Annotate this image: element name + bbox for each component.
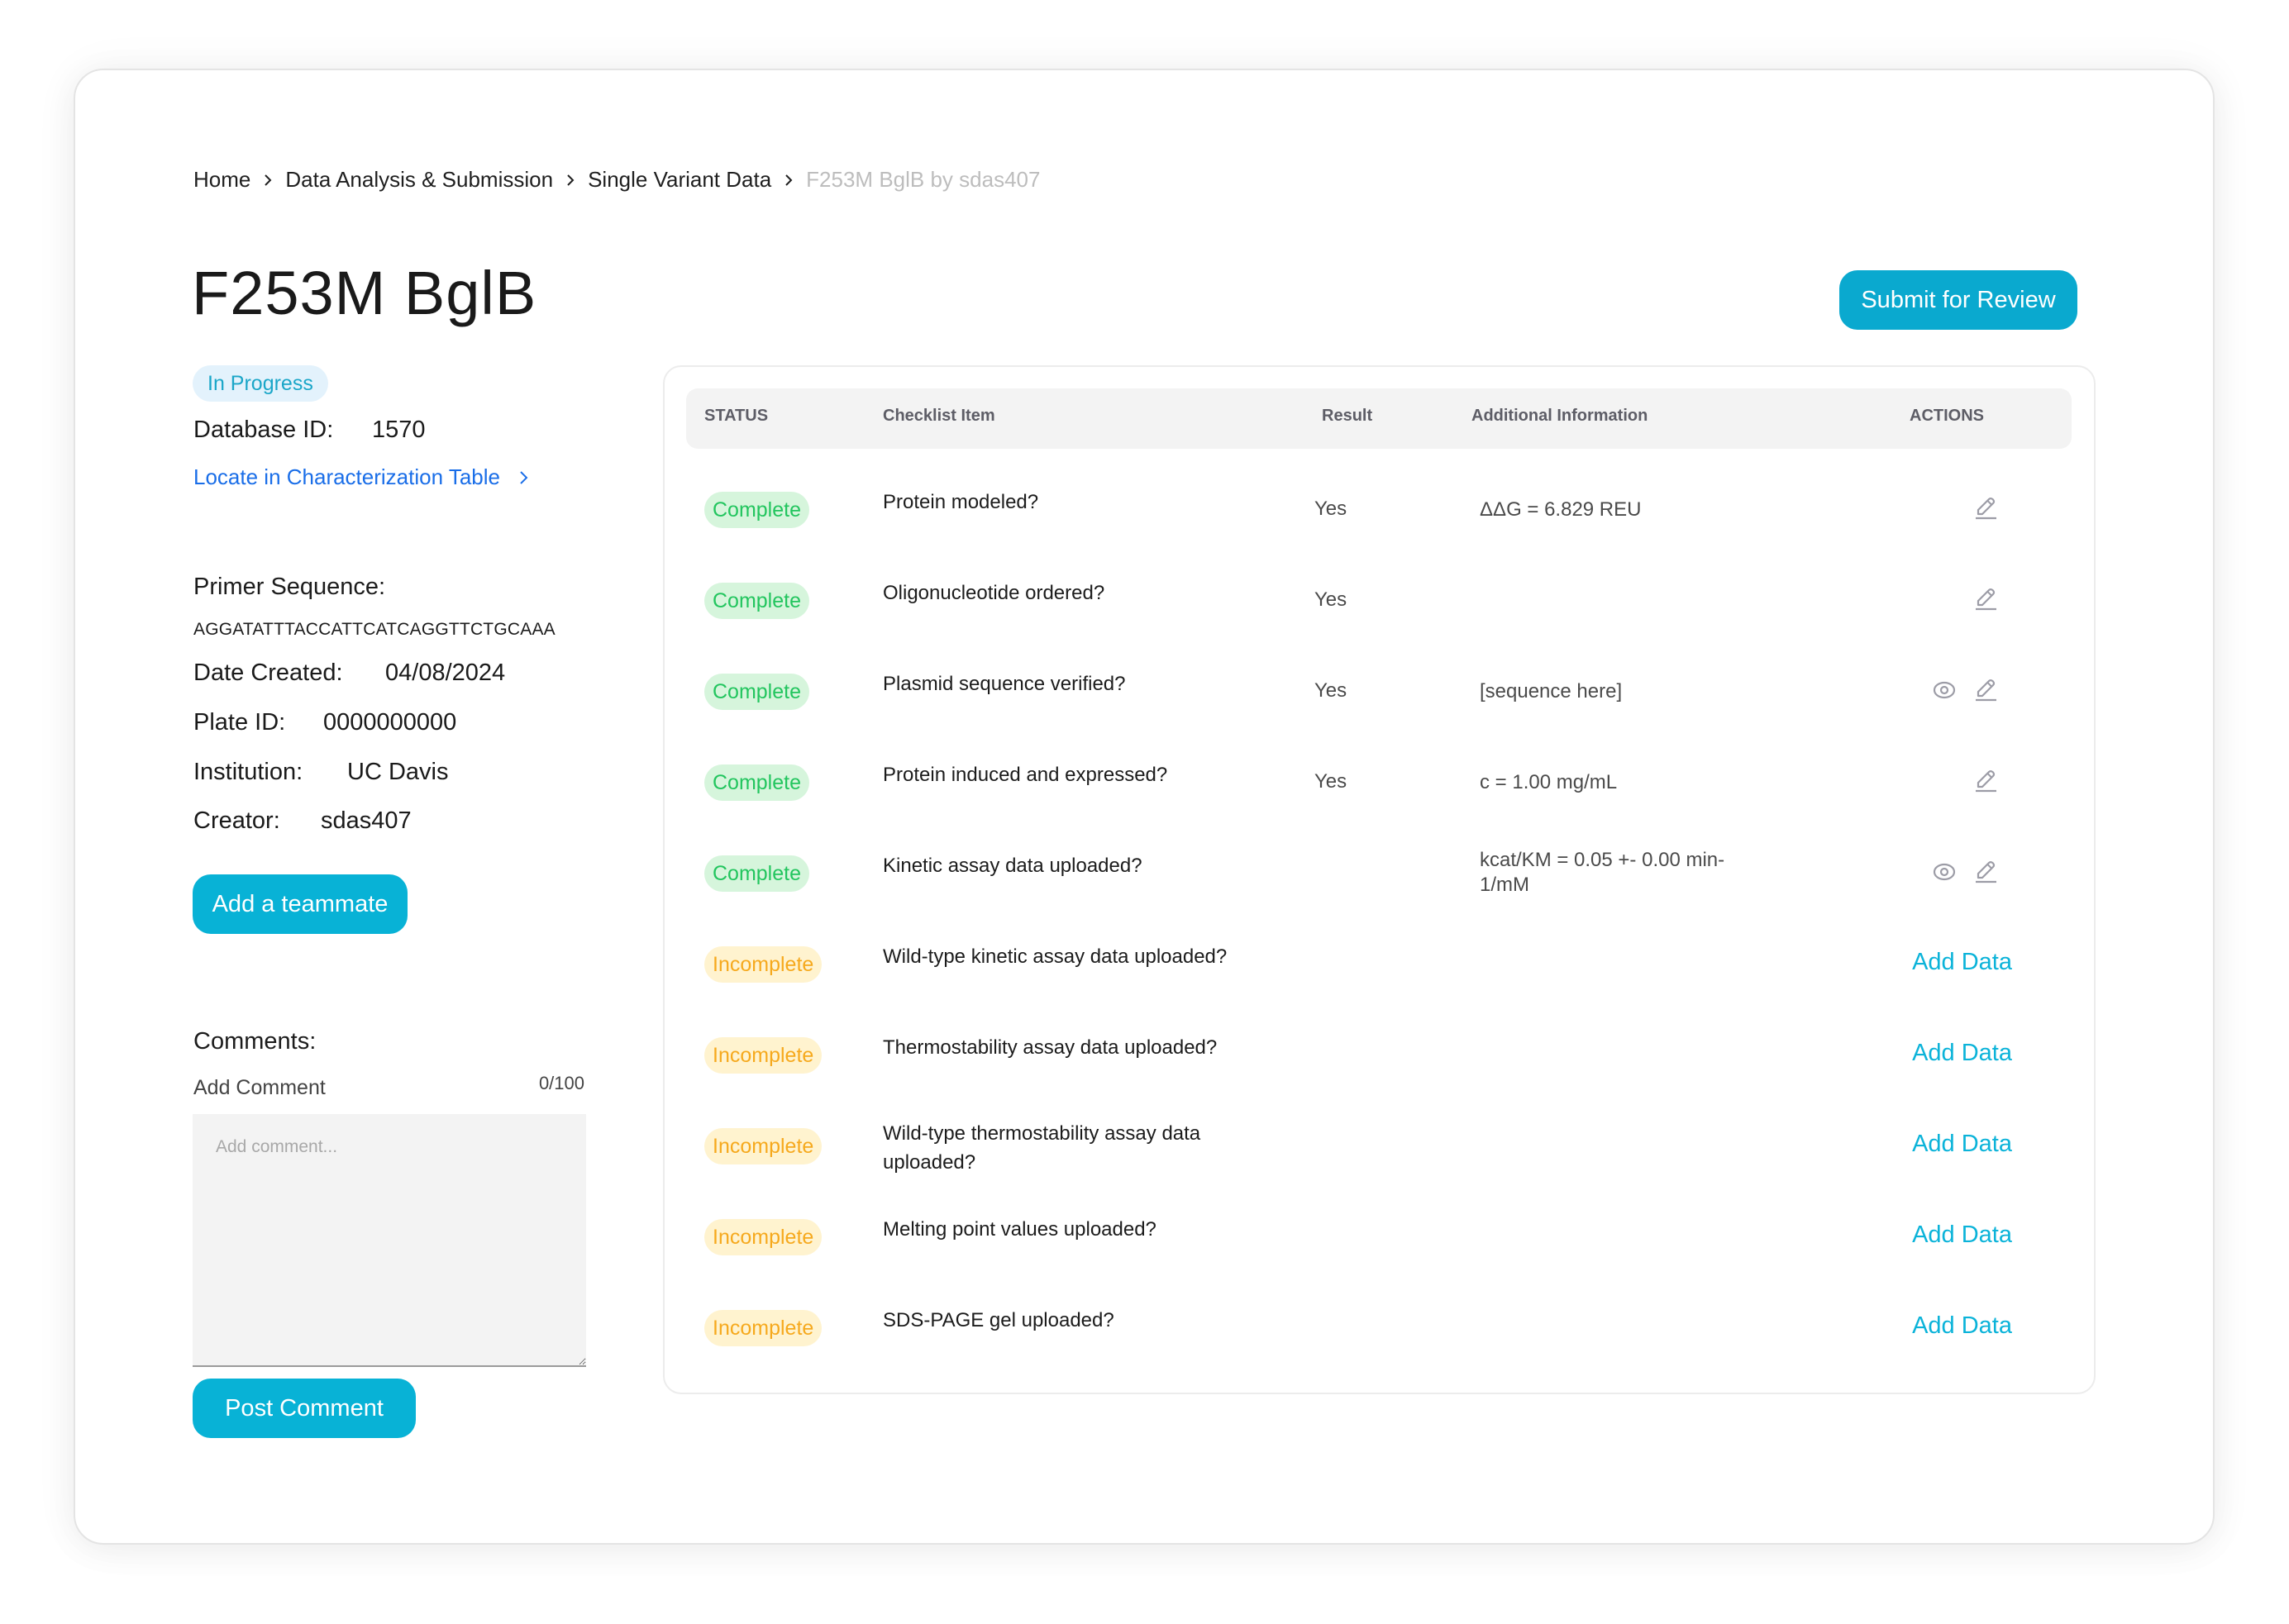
- database-id-value: 1570: [372, 417, 426, 443]
- row-result: Yes: [1314, 588, 1347, 611]
- pencil-icon[interactable]: [1972, 858, 1999, 886]
- row-checklist-item: Oligonucleotide ordered?: [883, 582, 1105, 604]
- column-header-actions: ACTIONS: [1910, 407, 1984, 425]
- row-actions: [1972, 767, 1999, 795]
- pencil-icon[interactable]: [1972, 585, 1999, 613]
- locate-link-label: Locate in Characterization Table: [193, 464, 500, 489]
- table-row: Complete Protein modeled? Yes ΔΔG = 6.82…: [686, 464, 2072, 555]
- locate-in-characterization-table-link[interactable]: Locate in Characterization Table: [193, 464, 529, 490]
- table-row: Complete Protein induced and expressed? …: [686, 737, 2072, 828]
- row-checklist-item: Protein modeled?: [883, 491, 1039, 513]
- row-checklist-item: Melting point values uploaded?: [883, 1218, 1156, 1241]
- add-teammate-button[interactable]: Add a teammate: [193, 874, 408, 934]
- primer-sequence-value: AGGATATTTACCATTCATCAGGTTCTGCAAA: [193, 620, 556, 639]
- breadcrumb-home[interactable]: Home: [193, 167, 250, 193]
- row-additional-info: kcat/KM = 0.05 +- 0.00 min-1/mM: [1480, 849, 1725, 896]
- institution-row: Institution: UC Davis: [193, 759, 448, 786]
- date-created-label: Date Created:: [193, 660, 343, 686]
- row-checklist-item: Protein induced and expressed?: [883, 764, 1168, 786]
- column-header-result: Result: [1322, 407, 1373, 425]
- creator-label: Creator:: [193, 807, 280, 834]
- breadcrumb: Home Data Analysis & Submission Single V…: [193, 167, 1040, 193]
- add-data-link[interactable]: Add Data: [1912, 949, 2012, 976]
- row-status-badge: Complete: [704, 583, 809, 619]
- row-checklist-item: Wild-type kinetic assay data uploaded?: [883, 945, 1228, 968]
- table-row: Complete Plasmid sequence verified? Yes …: [686, 646, 2072, 737]
- plate-id-row: Plate ID: 0000000000: [193, 709, 456, 736]
- row-status-badge: Complete: [704, 764, 809, 801]
- column-header-checklist-item: Checklist Item: [883, 407, 995, 425]
- column-header-status: STATUS: [704, 407, 769, 425]
- row-status-badge: Complete: [704, 855, 809, 892]
- row-result: Yes: [1314, 770, 1347, 793]
- row-status-badge: Complete: [704, 492, 809, 528]
- row-actions: [1972, 494, 1999, 522]
- chevron-right-icon: [250, 173, 285, 188]
- add-data-link[interactable]: Add Data: [1912, 1312, 2012, 1340]
- page-title: F253M BglB: [192, 259, 537, 327]
- row-checklist-item: Kinetic assay data uploaded?: [883, 855, 1142, 877]
- row-result: Yes: [1314, 498, 1347, 520]
- table-row: Complete Kinetic assay data uploaded? kc…: [686, 828, 2072, 919]
- pencil-icon[interactable]: [1972, 676, 1999, 704]
- breadcrumb-data-analysis[interactable]: Data Analysis & Submission: [285, 167, 553, 193]
- eye-icon[interactable]: [1931, 858, 1958, 886]
- plate-id-value: 0000000000: [323, 709, 457, 736]
- chevron-right-icon: [553, 173, 588, 188]
- add-data-link[interactable]: Add Data: [1912, 1222, 2012, 1249]
- institution-label: Institution:: [193, 759, 303, 785]
- post-comment-button[interactable]: Post Comment: [193, 1379, 416, 1438]
- date-created-value: 04/08/2024: [385, 660, 506, 686]
- row-checklist-item: Thermostability assay data uploaded?: [883, 1036, 1218, 1059]
- row-result: Yes: [1314, 679, 1347, 702]
- database-id-row: Database ID: 1570: [193, 417, 426, 444]
- row-additional-info: c = 1.00 mg/mL: [1480, 771, 1618, 793]
- row-status-badge: Incomplete: [704, 946, 823, 983]
- database-id-label: Database ID:: [193, 417, 334, 443]
- comments-heading: Comments:: [193, 1028, 317, 1055]
- row-status-badge: Incomplete: [704, 1219, 823, 1255]
- row-status-badge: Complete: [704, 674, 809, 710]
- row-checklist-item: Wild-type thermostability assay data upl…: [883, 1122, 1201, 1174]
- table-row: Incomplete SDS-PAGE gel uploaded? Add Da…: [686, 1283, 2072, 1374]
- add-data-link[interactable]: Add Data: [1912, 1131, 2012, 1158]
- row-status-badge: Incomplete: [704, 1037, 823, 1074]
- breadcrumb-single-variant[interactable]: Single Variant Data: [588, 167, 771, 193]
- row-status-badge: Incomplete: [704, 1128, 823, 1164]
- submit-for-review-button[interactable]: Submit for Review: [1839, 270, 2077, 330]
- table-row: Incomplete Thermostability assay data up…: [686, 1010, 2072, 1101]
- chevron-right-icon: [520, 470, 528, 484]
- table-row: Incomplete Wild-type thermostability ass…: [686, 1101, 2072, 1192]
- row-checklist-item: SDS-PAGE gel uploaded?: [883, 1309, 1114, 1331]
- creator-value: sdas407: [321, 807, 412, 834]
- row-actions: [1931, 676, 1999, 704]
- breadcrumb-current: F253M BglB by sdas407: [806, 167, 1041, 192]
- comment-char-count: 0/100: [538, 1073, 584, 1093]
- plate-id-label: Plate ID:: [193, 709, 286, 736]
- row-additional-info: [sequence here]: [1480, 680, 1623, 702]
- date-created-row: Date Created: 04/08/2024: [193, 660, 505, 687]
- column-header-additional-info: Additional Information: [1471, 407, 1648, 425]
- table-row: Incomplete Wild-type kinetic assay data …: [686, 919, 2072, 1010]
- pencil-icon[interactable]: [1972, 767, 1999, 795]
- eye-icon[interactable]: [1931, 676, 1958, 704]
- table-row: Incomplete Melting point values uploaded…: [686, 1192, 2072, 1283]
- table-row: Complete Oligonucleotide ordered? Yes: [686, 555, 2072, 646]
- row-actions: [1931, 858, 1999, 886]
- primer-sequence-label: Primer Sequence:: [193, 574, 386, 600]
- row-status-badge: Incomplete: [704, 1310, 823, 1346]
- add-data-link[interactable]: Add Data: [1912, 1040, 2012, 1067]
- row-additional-info: ΔΔG = 6.829 REU: [1480, 498, 1642, 521]
- institution-value: UC Davis: [347, 759, 449, 785]
- chevron-right-icon: [771, 173, 806, 188]
- add-comment-label: Add Comment: [193, 1076, 326, 1099]
- status-badge: In Progress: [193, 365, 328, 402]
- row-actions: [1972, 585, 1999, 613]
- pencil-icon[interactable]: [1972, 494, 1999, 522]
- creator-row: Creator: sdas407: [193, 807, 412, 835]
- comment-input[interactable]: [193, 1114, 586, 1367]
- row-checklist-item: Plasmid sequence verified?: [883, 673, 1126, 695]
